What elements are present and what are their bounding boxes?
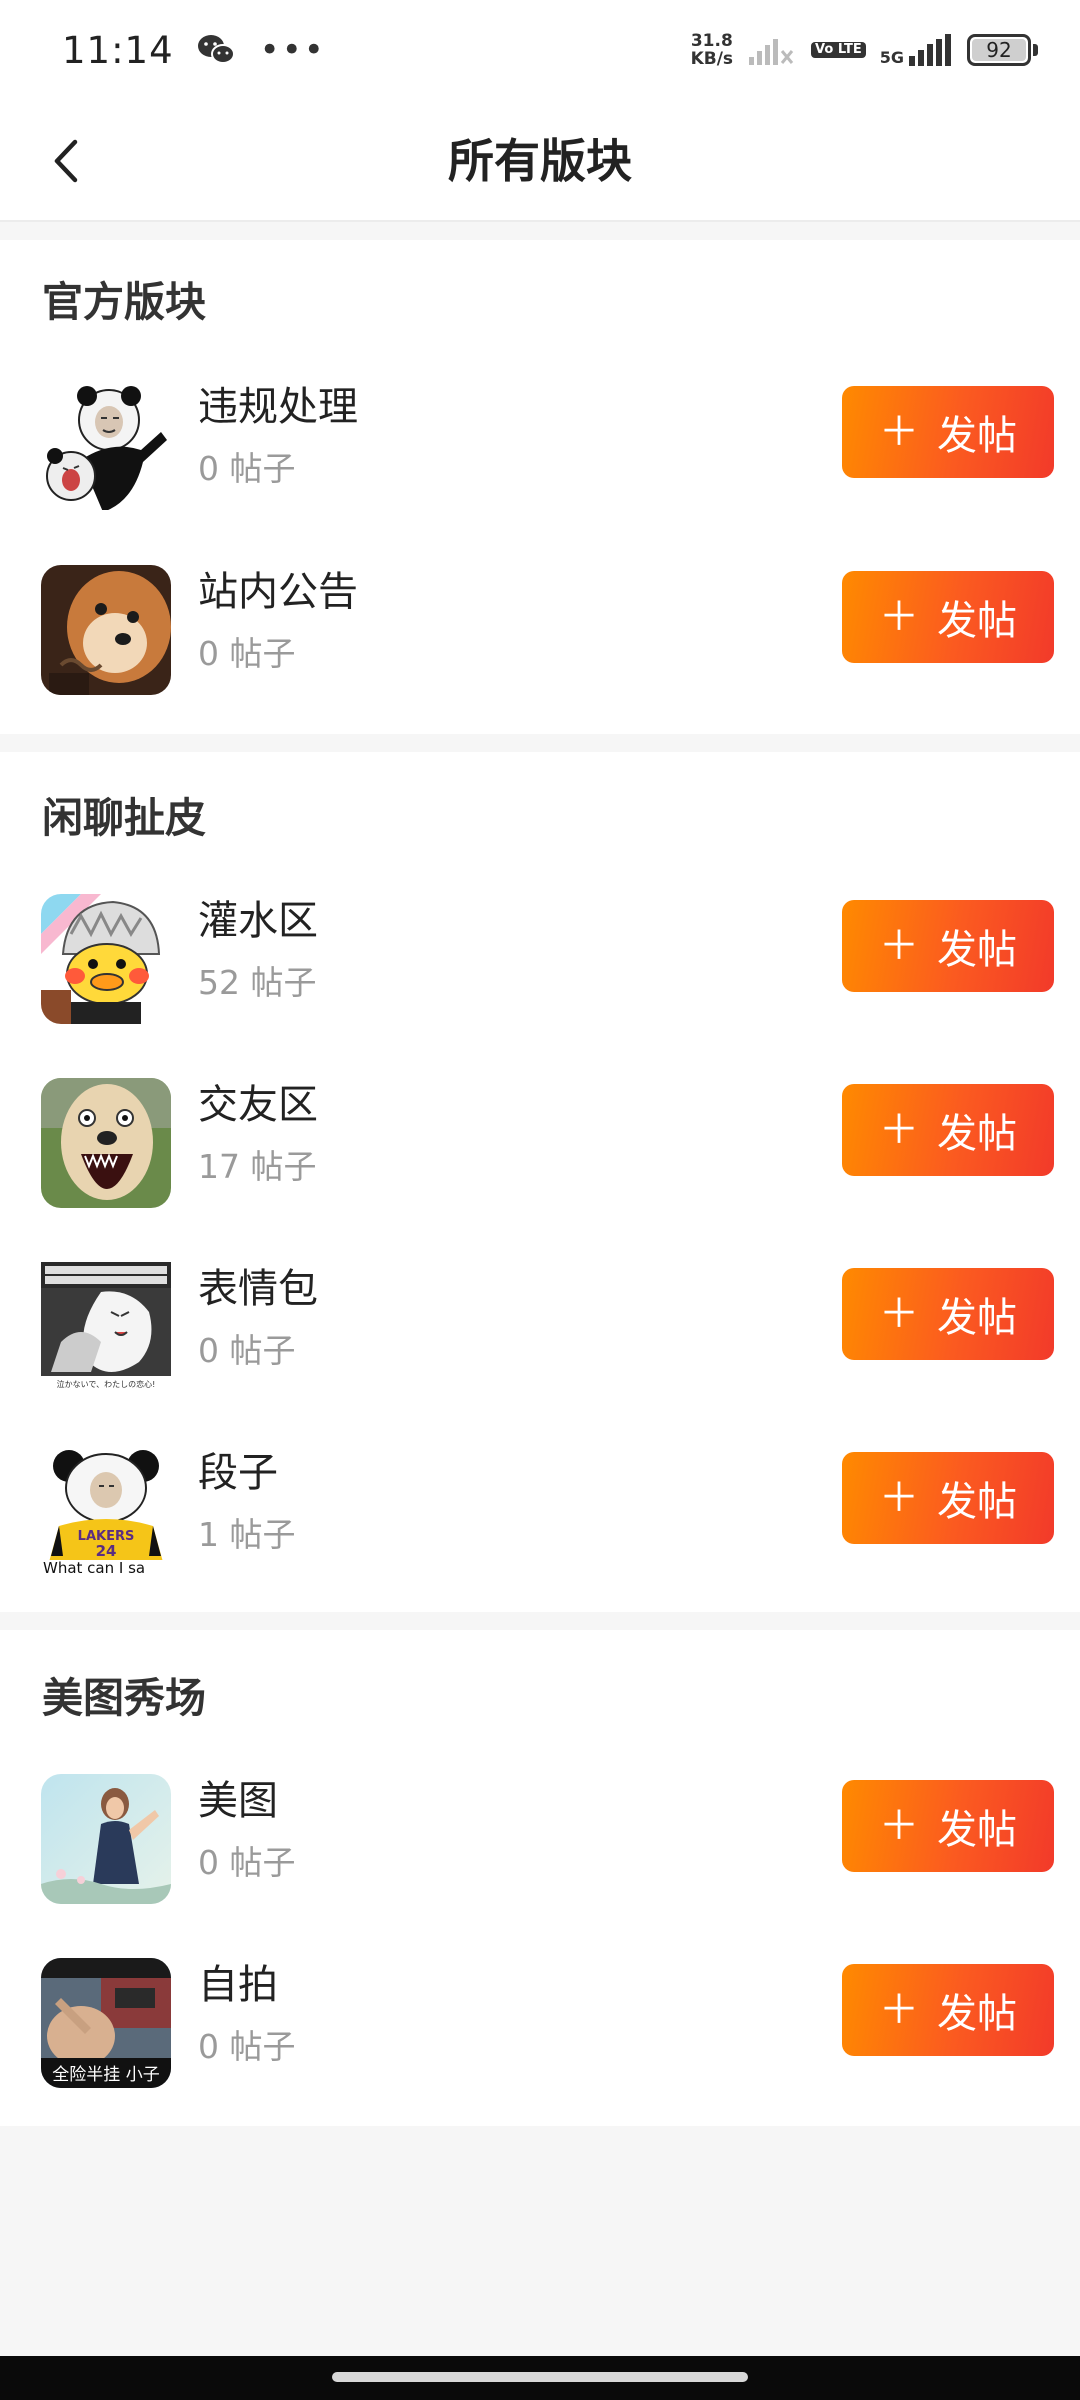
panda-lakers-image: LAKERS 24 What can I sa (41, 1446, 171, 1576)
wechat-icon (197, 35, 235, 64)
new-post-button[interactable]: ＋ 发帖 (842, 1780, 1054, 1872)
network-speed: 31.8 KB/s (691, 32, 733, 68)
board-thumbnail (41, 1078, 171, 1208)
signal-no-service-icon (749, 39, 794, 65)
board-thumbnail: 泣かないで、わたしの恋心! (41, 1262, 171, 1392)
plus-icon: ＋ (879, 1475, 919, 1521)
plus-icon: ＋ (879, 923, 919, 969)
new-post-button[interactable]: ＋ 发帖 (842, 1452, 1054, 1544)
board-thumbnail (41, 380, 171, 510)
board-post-count: 52 帖子 (198, 963, 317, 1002)
section-title: 官方版块 (42, 278, 206, 326)
board-name: 违规处理 (198, 384, 358, 430)
board-row[interactable]: 交友区 17 帖子 ＋ 发帖 (0, 1066, 1080, 1216)
new-post-label: 发帖 (937, 598, 1017, 644)
status-time: 11:14 (62, 28, 174, 72)
girl-photo-image (41, 1774, 171, 1904)
volte-badge: Vo LTE (811, 42, 866, 58)
plus-icon: ＋ (879, 594, 919, 640)
board-post-count: 17 帖子 (198, 1147, 317, 1186)
thumb-caption: What can I sa (43, 1559, 145, 1576)
board-thumbnail (41, 565, 171, 695)
manga-caption: 泣かないで、わたしの恋心! (57, 1379, 156, 1389)
cell-signal: 5G (880, 34, 953, 66)
section-title: 美图秀场 (42, 1674, 206, 1722)
board-thumbnail (41, 1774, 171, 1904)
navigation-header: 所有版块 (0, 100, 1080, 222)
plus-icon: ＋ (879, 1987, 919, 2033)
board-post-count: 0 帖子 (198, 1843, 296, 1882)
plus-icon: ＋ (879, 409, 919, 455)
cartoon-duck-image (41, 894, 171, 1024)
chevron-left-icon (54, 139, 78, 183)
new-post-label: 发帖 (937, 1479, 1017, 1525)
anime-manga-image: 泣かないで、わたしの恋心! (41, 1262, 171, 1392)
new-post-label: 发帖 (937, 1295, 1017, 1341)
new-post-button[interactable]: ＋ 发帖 (842, 1268, 1054, 1360)
new-post-button[interactable]: ＋ 发帖 (842, 1964, 1054, 2056)
board-name: 灌水区 (198, 898, 318, 944)
board-post-count: 0 帖子 (198, 2027, 296, 2066)
board-row[interactable]: 泣かないで、わたしの恋心! 表情包 0 帖子 ＋ 发帖 (0, 1250, 1080, 1400)
status-indicators: 31.8 KB/s Vo LTE 5G 92 (691, 32, 1038, 68)
board-post-count: 0 帖子 (198, 449, 296, 488)
board-row[interactable]: 灌水区 52 帖子 ＋ 发帖 (0, 882, 1080, 1032)
panda-meme-image (41, 380, 171, 510)
new-post-label: 发帖 (937, 1111, 1017, 1157)
board-name: 自拍 (198, 1962, 278, 2008)
home-indicator[interactable] (332, 2372, 748, 2382)
lakers-number: 24 (96, 1542, 117, 1560)
board-name: 表情包 (198, 1266, 318, 1312)
page-title: 所有版块 (448, 134, 632, 188)
car-selfie-image: 全险半挂 小子 (41, 1958, 171, 2088)
board-thumbnail: 全险半挂 小子 (41, 1958, 171, 2088)
network-speed-value: 31.8 (690, 31, 733, 51)
new-post-button[interactable]: ＋ 发帖 (842, 1084, 1054, 1176)
board-thumbnail (41, 894, 171, 1024)
network-type: 5G (879, 48, 904, 67)
battery-level: 92 (972, 38, 1026, 62)
screaming-dog-image (41, 1078, 171, 1208)
board-name: 美图 (198, 1778, 278, 1824)
plus-icon: ＋ (879, 1291, 919, 1337)
new-post-label: 发帖 (937, 1991, 1017, 2037)
back-button[interactable] (32, 126, 102, 196)
new-post-label: 发帖 (937, 927, 1017, 973)
board-row[interactable]: 违规处理 0 帖子 ＋ 发帖 (0, 368, 1080, 518)
new-post-label: 发帖 (937, 413, 1017, 459)
board-row[interactable]: 站内公告 0 帖子 ＋ 发帖 (0, 553, 1080, 703)
new-post-button[interactable]: ＋ 发帖 (842, 386, 1054, 478)
section-chat: 闲聊扯皮 灌水区 52 帖子 ＋ 发帖 交友区 17 帖子 ＋ 发帖 泣かないで… (0, 752, 1080, 1612)
board-name: 交友区 (198, 1082, 318, 1128)
board-name: 段子 (198, 1450, 278, 1496)
section-title: 闲聊扯皮 (42, 794, 206, 842)
new-post-button[interactable]: ＋ 发帖 (842, 571, 1054, 663)
shiba-dog-image (41, 565, 171, 695)
section-photos: 美图秀场 美图 0 帖子 ＋ 发帖 全险半挂 小子 自拍 0 帖子 ＋ 发帖 (0, 1630, 1080, 2126)
board-row[interactable]: 美图 0 帖子 ＋ 发帖 (0, 1762, 1080, 1912)
cell-signal-icon (909, 34, 951, 66)
new-post-button[interactable]: ＋ 发帖 (842, 900, 1054, 992)
board-row[interactable]: 全险半挂 小子 自拍 0 帖子 ＋ 发帖 (0, 1946, 1080, 2096)
network-speed-unit: KB/s (690, 49, 734, 69)
new-post-label: 发帖 (937, 1807, 1017, 1853)
thumb-caption: 全险半挂 小子 (52, 2065, 159, 2085)
battery-icon: 92 (967, 34, 1038, 66)
section-official: 官方版块 违规处理 0 帖子 ＋ 发帖 站内公告 0 帖子 ＋ 发帖 (0, 240, 1080, 734)
board-post-count: 1 帖子 (198, 1515, 296, 1554)
plus-icon: ＋ (879, 1107, 919, 1153)
more-notifications-icon: ••• (259, 30, 326, 70)
board-thumbnail: LAKERS 24 What can I sa (41, 1446, 171, 1576)
board-post-count: 0 帖子 (198, 634, 296, 673)
board-name: 站内公告 (198, 569, 358, 615)
plus-icon: ＋ (879, 1803, 919, 1849)
status-bar: 11:14 ••• 31.8 KB/s Vo LTE 5G 92 (0, 0, 1080, 100)
board-row[interactable]: LAKERS 24 What can I sa 段子 1 帖子 ＋ 发帖 (0, 1434, 1080, 1584)
board-post-count: 0 帖子 (198, 1331, 296, 1370)
